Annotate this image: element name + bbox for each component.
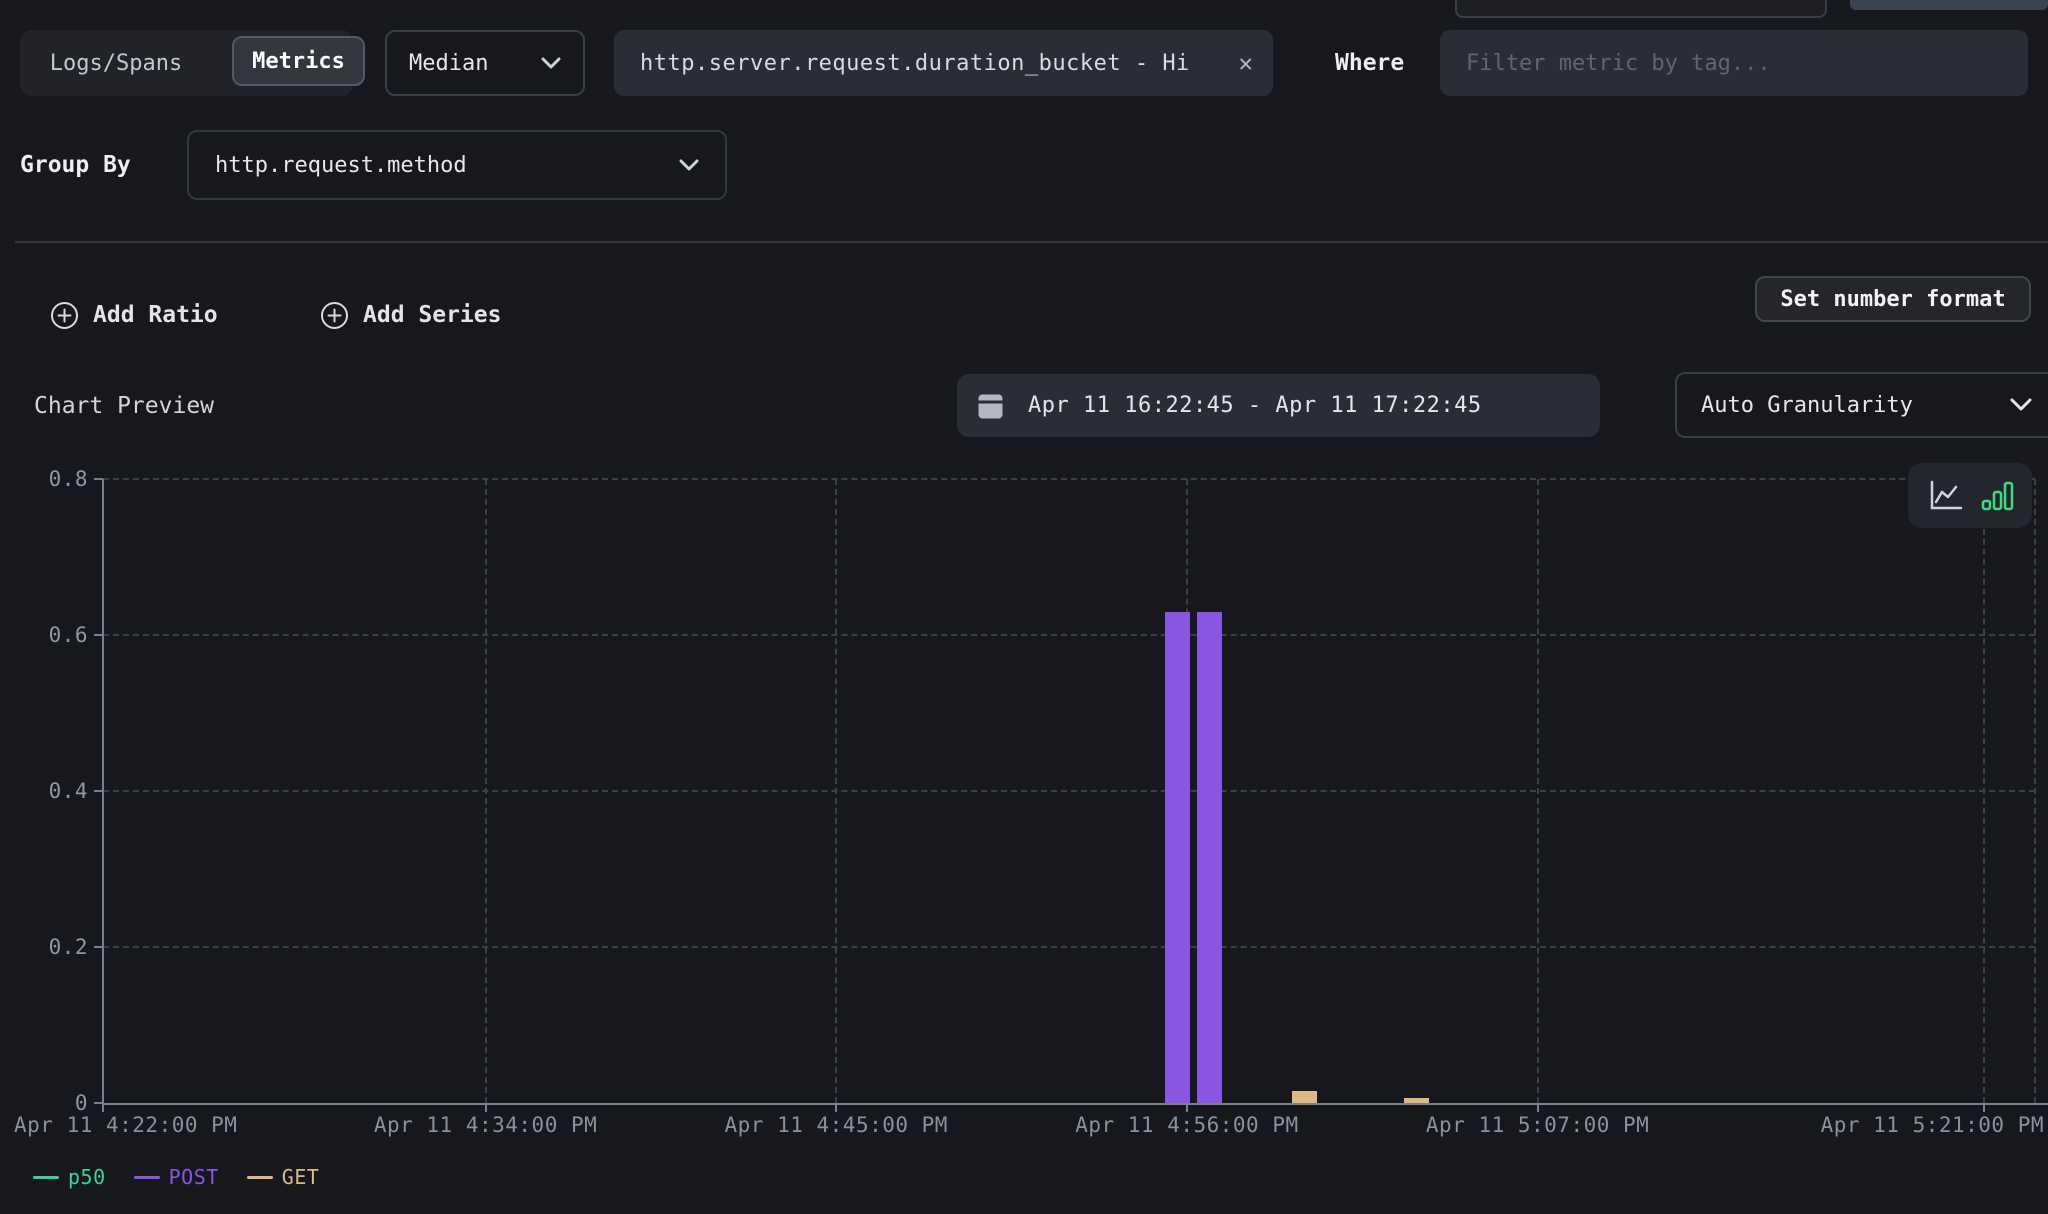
x-gridline (835, 479, 837, 1103)
legend-item-POST[interactable]: POST (134, 1165, 219, 1189)
granularity-select[interactable]: Auto Granularity (1675, 372, 2048, 438)
plus-circle-icon (320, 301, 349, 330)
bar-GET (1404, 1098, 1429, 1103)
x-axis-line (102, 1103, 2048, 1105)
chart-plot-area: 0.8 0.6 0.4 0.2 0Apr 11 4:22:00 PM Apr 11 4:3… (0, 455, 2048, 1155)
y-gridline (103, 946, 2035, 948)
y-gridline (103, 790, 2035, 792)
toggle-option-metrics[interactable]: Metrics (232, 36, 365, 86)
legend-swatch (134, 1176, 160, 1179)
time-range-value: Apr 11 16:22:45 - Apr 11 17:22:45 (1028, 393, 1482, 418)
bar-POST (1197, 612, 1222, 1103)
x-tick-label: Apr 11 4:34:00 PM (374, 1113, 597, 1137)
y-gridline (103, 634, 2035, 636)
plot-right-boundary (2034, 479, 2036, 1103)
legend-swatch (33, 1176, 59, 1179)
toggle-option-logs-spans[interactable]: Logs/Spans (20, 51, 212, 76)
y-axis-line (102, 479, 104, 1103)
legend-label: GET (282, 1165, 320, 1189)
legend-item-p50[interactable]: p50 (33, 1165, 106, 1189)
metrics-chart-builder: Logs/Spans Metrics Median http.server.re… (0, 0, 2048, 1214)
legend-item-GET[interactable]: GET (247, 1165, 320, 1189)
partial-top-input[interactable] (1455, 0, 1827, 18)
line-chart-icon[interactable] (1926, 479, 1964, 513)
y-tick-label: 0.2 (18, 935, 88, 959)
add-series-label: Add Series (363, 302, 501, 328)
chart-preview-title: Chart Preview (34, 374, 214, 437)
y-tick-label: 0 (18, 1091, 88, 1115)
chart-legend: p50 POST GET (33, 1162, 319, 1192)
partial-top-button[interactable] (1850, 0, 2048, 10)
group-by-label: Group By (20, 130, 131, 200)
granularity-value: Auto Granularity (1701, 393, 1913, 418)
set-number-format-button[interactable]: Set number format (1755, 276, 2031, 322)
bar-POST (1165, 612, 1190, 1103)
close-icon[interactable]: ✕ (1229, 49, 1253, 77)
where-label: Where (1335, 30, 1404, 96)
time-range-picker[interactable]: Apr 11 16:22:45 - Apr 11 17:22:45 (957, 374, 1600, 437)
y-tick-label: 0.8 (18, 467, 88, 491)
group-by-select[interactable]: http.request.method (187, 130, 727, 200)
y-tick-label: 0.4 (18, 779, 88, 803)
bar-GET (1292, 1091, 1317, 1103)
bar-chart-icon[interactable] (1980, 480, 2014, 512)
source-toggle: Logs/Spans Metrics (20, 30, 353, 96)
add-ratio-label: Add Ratio (93, 302, 218, 328)
filter-by-tag-input[interactable] (1440, 30, 2028, 96)
legend-label: p50 (68, 1165, 106, 1189)
chevron-down-icon (2010, 398, 2032, 412)
x-gridline (485, 479, 487, 1103)
group-by-value: http.request.method (215, 153, 467, 178)
x-tick-label: Apr 11 5:21:00 PM (1821, 1113, 2044, 1137)
y-tick-label: 0.6 (18, 623, 88, 647)
x-gridline (1537, 479, 1539, 1103)
aggregation-select[interactable]: Median (385, 30, 585, 96)
x-tick-label: Apr 11 5:07:00 PM (1426, 1113, 1649, 1137)
chart-type-toggle (1908, 463, 2032, 528)
add-series-button[interactable]: Add Series (320, 292, 501, 338)
x-tick-label: Apr 11 4:56:00 PM (1075, 1113, 1298, 1137)
chevron-down-icon (679, 159, 699, 172)
x-gridline (1983, 479, 1985, 1103)
y-gridline (103, 478, 2035, 480)
chevron-down-icon (541, 57, 561, 70)
legend-swatch (247, 1176, 273, 1179)
plus-circle-icon (50, 301, 79, 330)
x-tick-label: Apr 11 4:22:00 PM (14, 1113, 237, 1137)
legend-label: POST (169, 1165, 219, 1189)
x-tick-label: Apr 11 4:45:00 PM (725, 1113, 948, 1137)
add-ratio-button[interactable]: Add Ratio (50, 292, 218, 338)
metric-pill-label: http.server.request.duration_bucket - Hi (640, 51, 1229, 76)
aggregation-value: Median (409, 51, 488, 76)
section-divider (15, 241, 2048, 243)
metric-pill[interactable]: http.server.request.duration_bucket - Hi… (614, 30, 1273, 96)
calendar-icon (977, 391, 1004, 420)
